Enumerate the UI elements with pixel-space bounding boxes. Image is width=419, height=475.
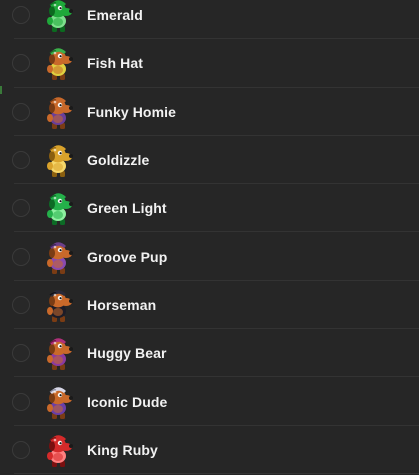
select-checkbox[interactable] (12, 247, 30, 266)
goldizzle-character-icon (47, 145, 73, 178)
list-item[interactable]: Emerald (0, 0, 419, 40)
select-checkbox[interactable] (12, 199, 30, 218)
item-label: King Ruby (87, 441, 158, 458)
select-checkbox[interactable] (12, 440, 30, 459)
select-checkbox[interactable] (12, 6, 30, 25)
item-label: Huggy Bear (87, 345, 167, 362)
selection-indicator (0, 86, 2, 94)
groove-pup-character-icon (47, 241, 73, 274)
iconic-dude-character-icon (47, 386, 73, 419)
item-label: Goldizzle (87, 152, 150, 169)
list-item[interactable]: Funky Homie (0, 88, 419, 137)
list-item[interactable]: Green Light (0, 184, 419, 233)
horseman-character-icon (47, 290, 73, 322)
funky-homie-character-icon (47, 96, 73, 129)
select-checkbox[interactable] (12, 102, 30, 121)
select-checkbox[interactable] (12, 344, 30, 363)
item-label: Iconic Dude (87, 393, 168, 410)
select-checkbox[interactable] (12, 54, 30, 73)
select-checkbox[interactable] (12, 295, 30, 314)
list-item[interactable]: Groove Pup (0, 232, 419, 282)
huggy-bear-character-icon (47, 338, 73, 371)
list-item[interactable]: Huggy Bear (0, 329, 419, 378)
select-checkbox[interactable] (12, 392, 30, 411)
select-checkbox[interactable] (12, 151, 30, 170)
list-item[interactable]: Horseman (0, 281, 419, 330)
emerald-character-icon (47, 0, 73, 33)
list-item[interactable]: Fish Hat (0, 39, 419, 88)
list-item[interactable]: King Ruby (0, 426, 419, 475)
item-label: Green Light (87, 200, 167, 217)
item-label: Groove Pup (87, 248, 168, 265)
list-item[interactable]: Goldizzle (0, 136, 419, 185)
item-label: Emerald (87, 7, 143, 24)
green-light-character-icon (47, 193, 73, 226)
item-label: Fish Hat (87, 55, 144, 72)
character-list: Emerald Fish Hat Funky Homie Goldizzle G… (0, 0, 419, 475)
list-item[interactable]: Iconic Dude (0, 377, 419, 426)
fish-hat-character-icon (47, 48, 73, 81)
item-label: Horseman (87, 296, 157, 313)
king-ruby-character-icon (47, 435, 73, 467)
item-label: Funky Homie (87, 103, 177, 120)
